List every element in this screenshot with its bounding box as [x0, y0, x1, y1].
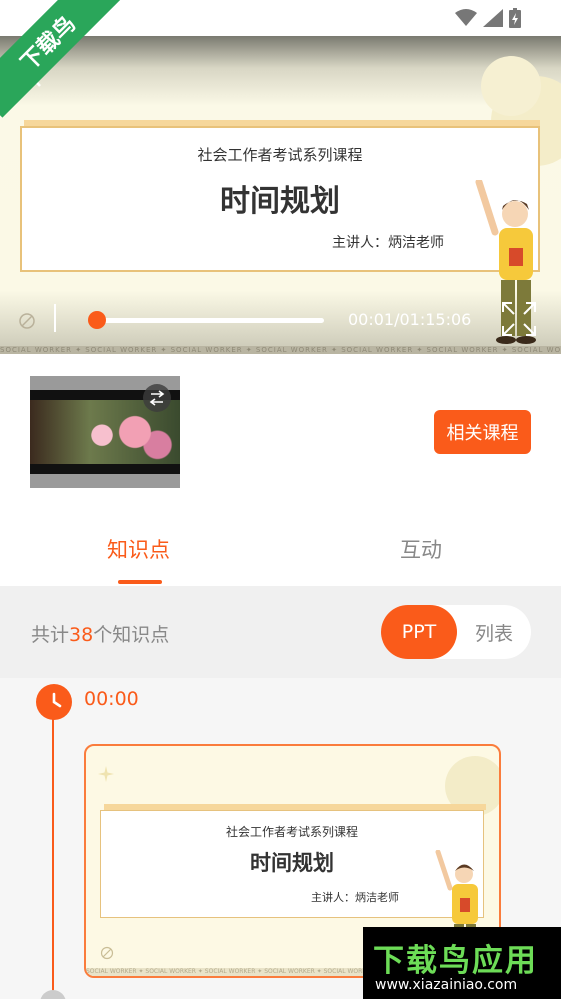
status-icons	[455, 8, 521, 28]
danmaku-icon	[100, 946, 114, 960]
video-strip: SOCIAL WORKER ✦ SOCIAL WORKER ✦ SOCIAL W…	[0, 346, 561, 354]
battery-icon	[509, 8, 521, 28]
clock-icon	[36, 684, 72, 720]
ppt-series: 社会工作者考试系列课程	[225, 825, 358, 839]
timeline-next-dot	[40, 990, 66, 999]
video-controls: 00:01/01:15:06	[0, 290, 561, 346]
watermark-url: www.xiazainiao.com	[375, 977, 518, 993]
info-area: 相关课程 知识点 互动	[0, 354, 561, 586]
knowledge-count-text: 共计38个知识点	[31, 620, 169, 647]
video-thumbnail[interactable]	[30, 376, 180, 488]
timeline-line	[52, 698, 54, 999]
fullscreen-icon[interactable]	[500, 300, 538, 338]
sparkle-icon	[98, 766, 114, 782]
danmaku-icon[interactable]	[18, 312, 36, 330]
watermark: 下载鸟应用 www.xiazainiao.com	[363, 927, 561, 999]
timeline-time: 00:00	[84, 688, 139, 710]
count-prefix: 共计	[31, 624, 70, 646]
tab-underline	[118, 580, 162, 584]
video-player[interactable]: 社会工作者考试系列课程 时间规划 主讲人：炳洁老师 00:01/01:15:06…	[0, 36, 561, 354]
switch-view-icon[interactable]	[143, 384, 171, 412]
count-suffix: 个知识点	[93, 624, 170, 646]
count-number: 38	[69, 624, 94, 646]
time-label: 00:01/01:15:06	[348, 310, 472, 329]
slide-presenter: 主讲人：炳洁老师	[332, 235, 444, 251]
watermark-title: 下载鸟应用	[373, 943, 538, 979]
tab-knowledge-points[interactable]: 知识点	[107, 534, 170, 564]
related-courses-button[interactable]: 相关课程	[434, 410, 531, 454]
ppt-slide-card: 社会工作者考试系列课程 时间规划 主讲人：炳洁老师	[100, 810, 484, 918]
toggle-list[interactable]: 列表	[457, 605, 531, 659]
tab-interaction[interactable]: 互动	[400, 534, 442, 564]
slide-series: 社会工作者考试系列课程	[197, 146, 363, 164]
toggle-ppt[interactable]: PPT	[381, 605, 457, 659]
knowledge-summary: 共计38个知识点 PPT 列表	[0, 586, 561, 678]
slide-title: 时间规划	[220, 184, 340, 219]
app-screen: 下载鸟 社会工作者考试系列课程 时间规划 主讲人：炳洁老师 00:01/01:1…	[0, 0, 561, 999]
progress-track[interactable]	[94, 318, 324, 323]
slide-decoration	[481, 56, 541, 116]
slide-card: 社会工作者考试系列课程 时间规划 主讲人：炳洁老师	[20, 126, 540, 272]
view-toggle: PPT 列表	[381, 605, 531, 659]
ppt-presenter: 主讲人：炳洁老师	[311, 891, 399, 904]
play-divider	[54, 304, 56, 332]
wifi-icon	[455, 9, 477, 26]
signal-icon	[483, 9, 503, 27]
progress-thumb[interactable]	[88, 311, 106, 329]
ppt-title: 时间规划	[250, 851, 334, 875]
